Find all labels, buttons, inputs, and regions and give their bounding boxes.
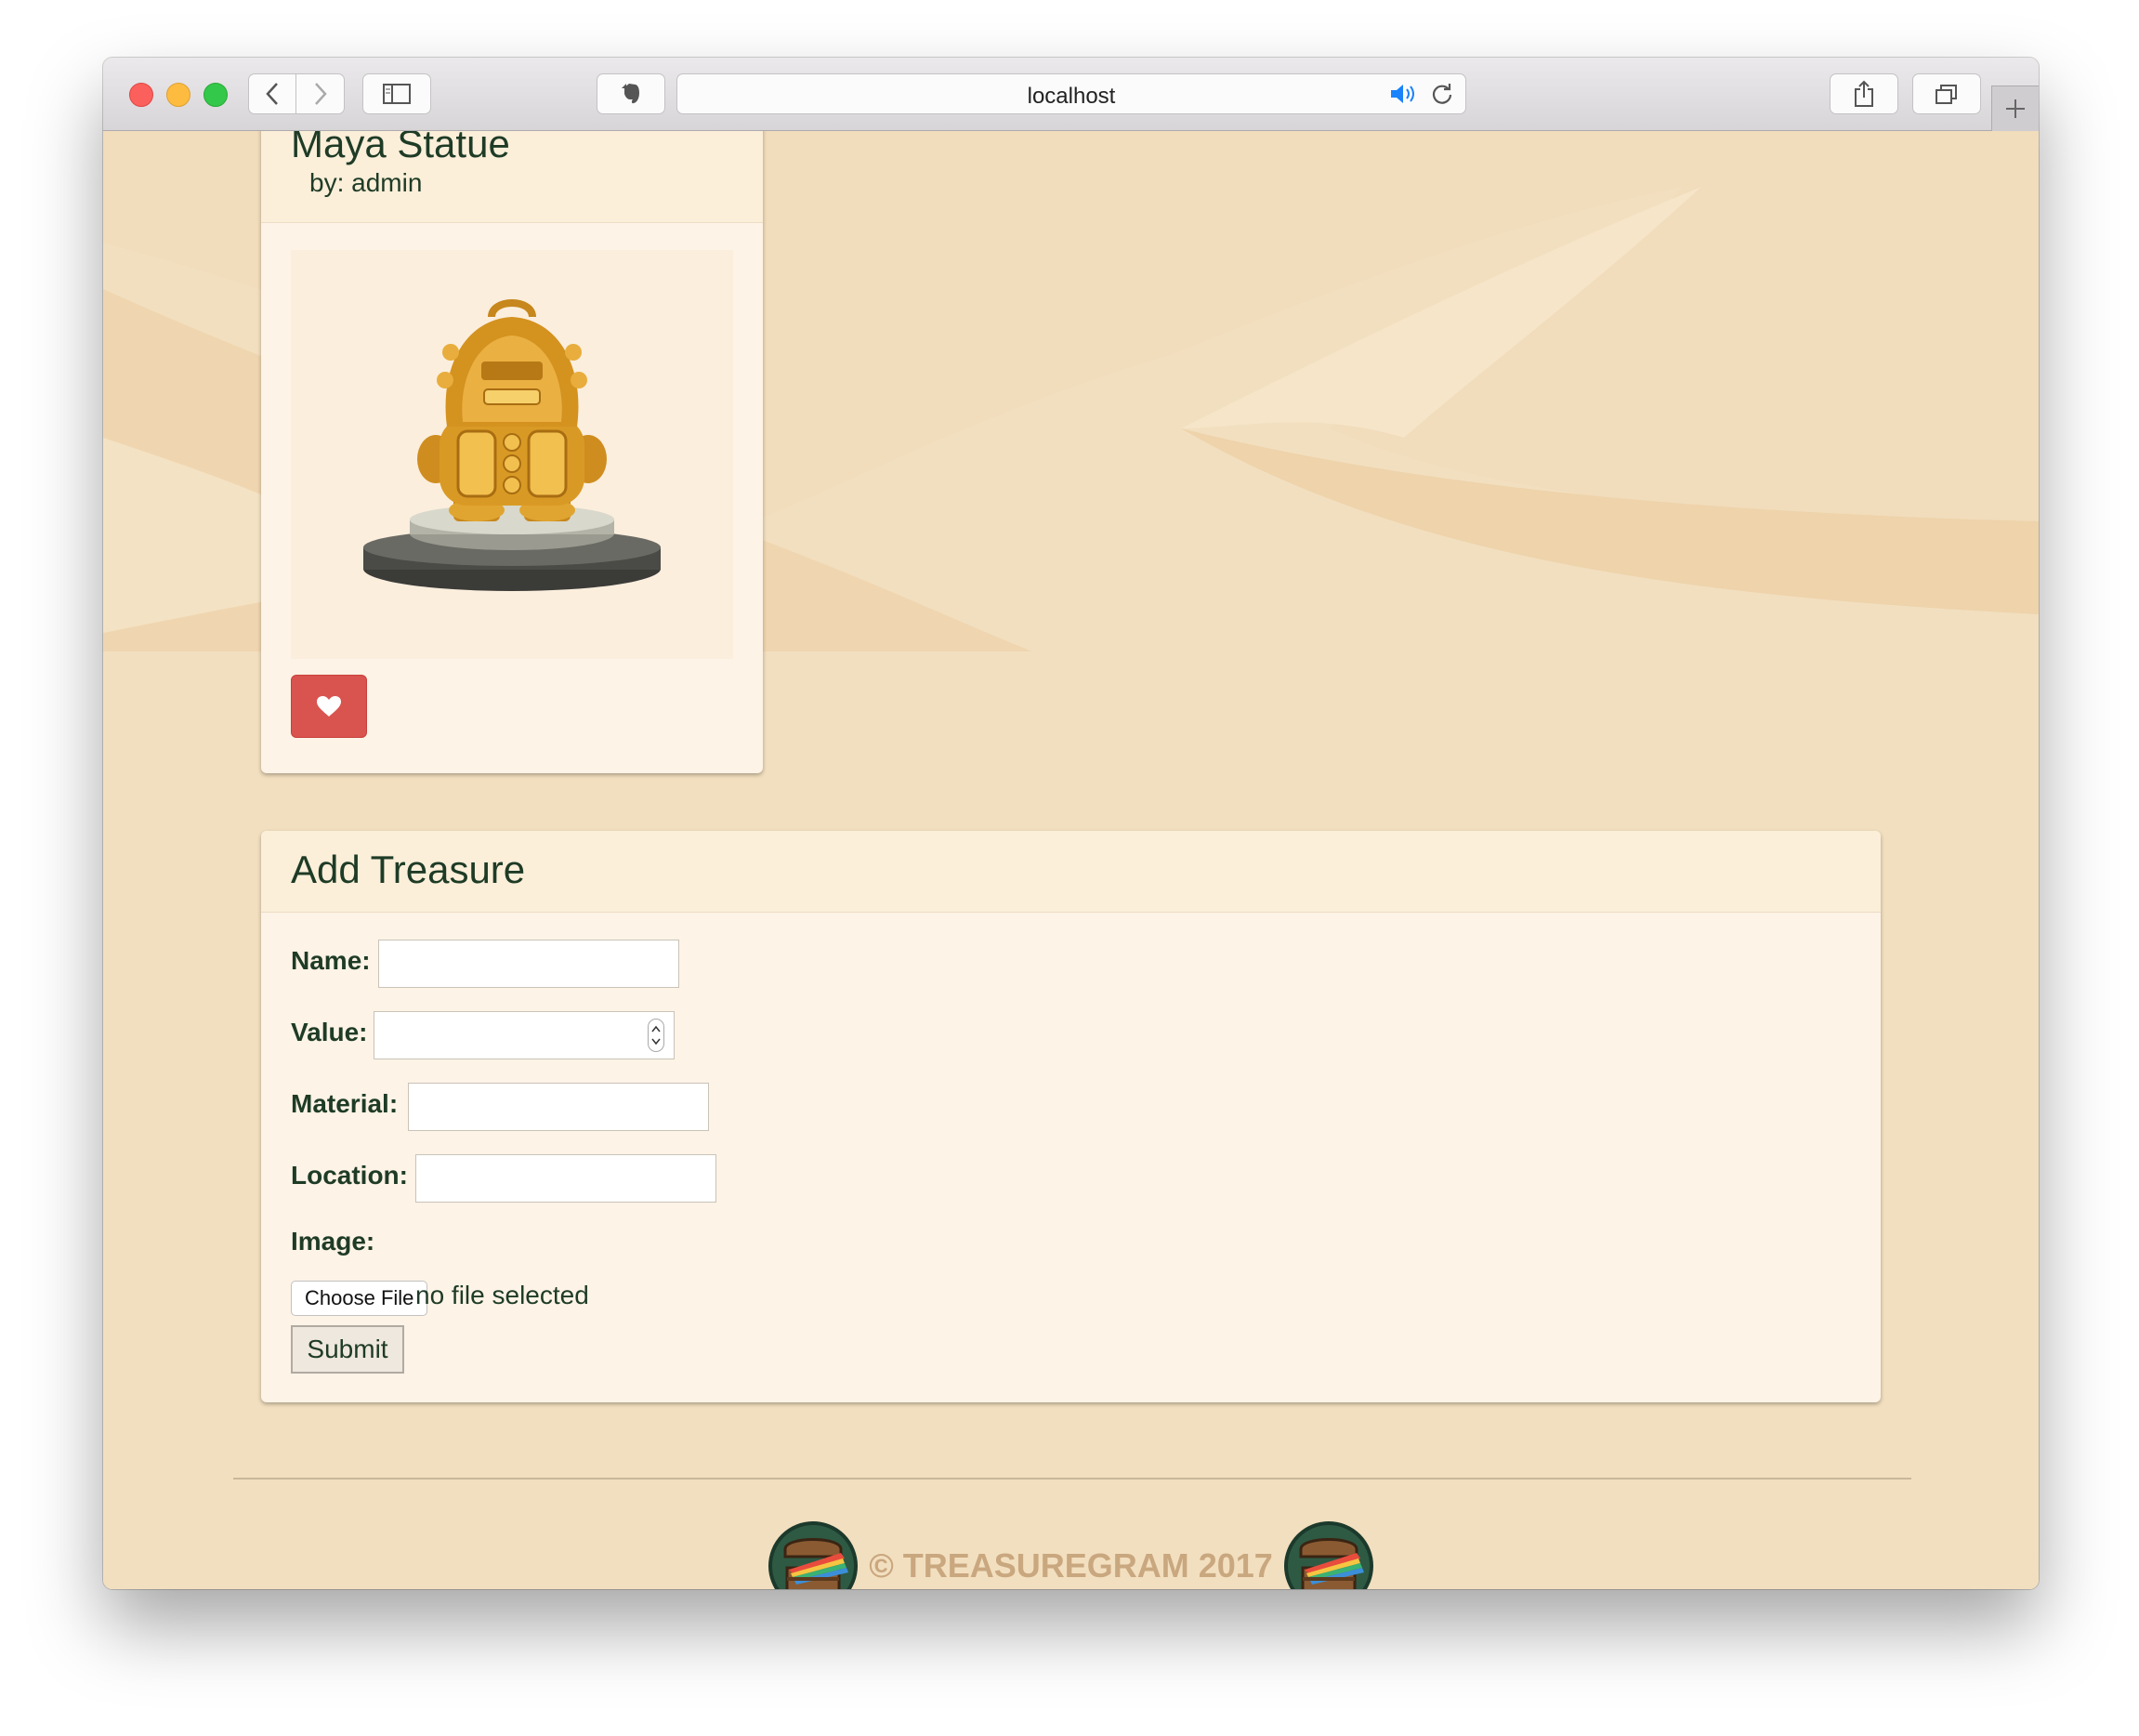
evernote-icon <box>622 84 639 104</box>
new-tab-button[interactable] <box>1991 85 2039 131</box>
location-input[interactable] <box>415 1154 716 1203</box>
footer: © TREASUREGRAM 2017 <box>103 1521 2039 1589</box>
name-label: Name: <box>291 946 371 975</box>
footer-divider <box>233 1478 1911 1480</box>
address-bar[interactable]: localhost <box>676 73 1466 114</box>
name-input[interactable] <box>378 940 679 988</box>
reload-icon[interactable] <box>1430 82 1454 106</box>
browser-toolbar: localhost <box>103 58 2039 131</box>
zoom-window-button[interactable] <box>203 83 228 107</box>
plus-icon <box>2006 99 2025 118</box>
treasure-image <box>291 250 733 659</box>
treasure-chest-logo-right <box>1283 1521 1373 1589</box>
sidebar-icon <box>383 84 411 104</box>
page-content: Maya Statue by: admin Add Treasure Name:… <box>103 131 2039 1589</box>
image-label: Image: <box>291 1227 375 1256</box>
add-treasure-heading: Add Treasure <box>261 831 1881 913</box>
minimize-window-button[interactable] <box>166 83 190 107</box>
url-text: localhost <box>1027 84 1116 109</box>
treasure-chest-logo-left <box>768 1521 859 1589</box>
footer-copyright: © TREASUREGRAM 2017 <box>869 1546 1273 1585</box>
share-icon <box>1855 80 1873 107</box>
evernote-extension-button[interactable] <box>597 73 665 114</box>
navigation-buttons <box>248 73 345 114</box>
speaker-icon[interactable] <box>1389 83 1421 105</box>
value-label: Value: <box>291 1018 368 1046</box>
treasure-card: Maya Statue by: admin <box>261 131 763 773</box>
chevron-left-icon <box>266 83 278 105</box>
add-treasure-panel: Add Treasure Name: Value: Material: Loca… <box>261 831 1881 1402</box>
value-input[interactable] <box>374 1011 675 1059</box>
choose-file-button[interactable]: Choose File <box>291 1281 428 1316</box>
add-treasure-title: Add Treasure <box>291 848 526 891</box>
submit-button[interactable]: Submit <box>291 1325 404 1374</box>
treasure-author: by: admin <box>309 168 423 197</box>
file-status-text: no file selected <box>415 1281 589 1309</box>
maya-statue-image <box>363 299 661 591</box>
close-window-button[interactable] <box>129 83 153 107</box>
like-button[interactable] <box>291 675 367 738</box>
material-label: Material: <box>291 1089 399 1118</box>
show-tabs-button[interactable] <box>1912 73 1981 114</box>
heart-icon <box>317 696 341 717</box>
value-stepper[interactable] <box>648 1019 664 1052</box>
treasure-card-heading: Maya Statue by: admin <box>261 131 763 223</box>
material-input[interactable] <box>408 1083 709 1131</box>
back-button[interactable] <box>248 73 296 114</box>
location-label: Location: <box>291 1161 408 1190</box>
tabs-overview-icon <box>1936 85 1957 104</box>
browser-window: localhost Maya Statue by: admin Add Trea… <box>103 58 2039 1589</box>
forward-button[interactable] <box>296 73 345 114</box>
sidebar-toggle-button[interactable] <box>362 73 431 114</box>
treasure-title: Maya Statue <box>291 131 510 165</box>
share-button[interactable] <box>1830 73 1898 114</box>
chevron-right-icon <box>314 83 327 105</box>
stepper-arrows-icon <box>651 1025 661 1046</box>
